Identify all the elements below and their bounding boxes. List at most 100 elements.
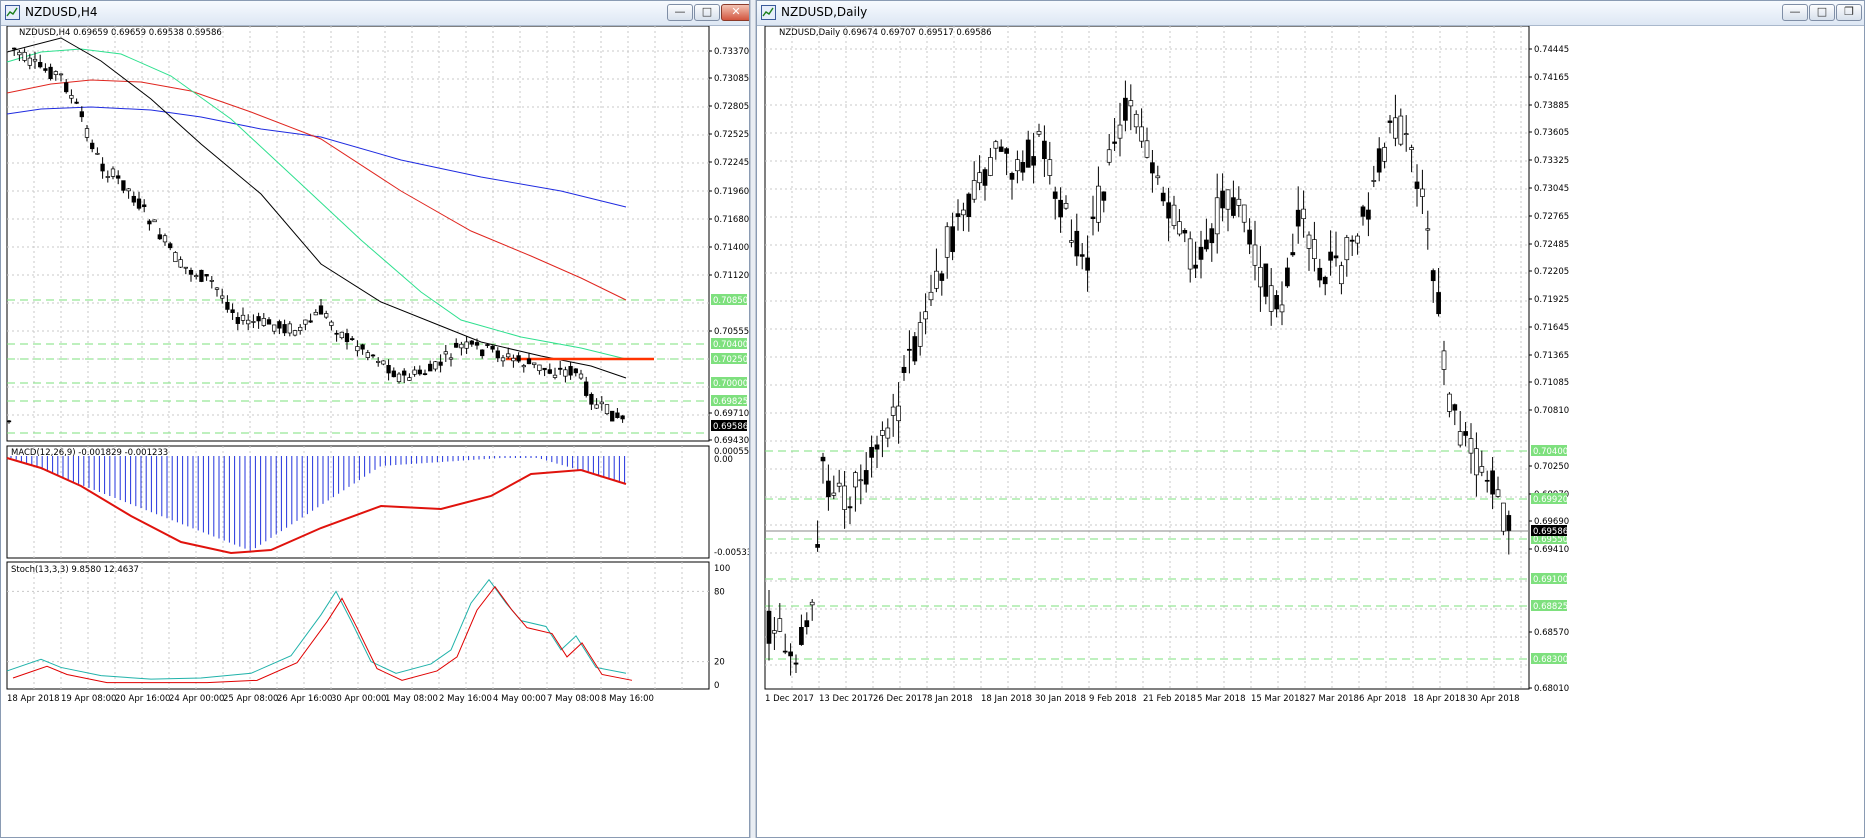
restore-button[interactable]: ❐ bbox=[1836, 4, 1862, 21]
window-titlebar[interactable]: NZDUSD,Daily — □ ❐ bbox=[757, 1, 1864, 26]
candle-body bbox=[173, 252, 178, 263]
candle-body bbox=[1274, 295, 1279, 310]
window-titlebar[interactable]: NZDUSD,H4 — □ ✕ bbox=[1, 1, 749, 26]
candle-body bbox=[558, 367, 563, 370]
candle-body bbox=[1150, 162, 1155, 174]
candle-body bbox=[1220, 190, 1225, 209]
current-price-label: 0.69586 bbox=[1533, 527, 1568, 537]
candle-body bbox=[1317, 267, 1323, 281]
candle-body bbox=[853, 472, 858, 488]
candle-body bbox=[266, 319, 272, 325]
candle-body bbox=[1393, 117, 1398, 139]
candle-body bbox=[1371, 180, 1377, 182]
candle-body bbox=[1247, 229, 1252, 245]
minimize-button[interactable]: — bbox=[667, 4, 693, 21]
candle-body bbox=[1398, 115, 1404, 145]
candle-body bbox=[308, 320, 313, 323]
price-axis-label: 0.73045 bbox=[1534, 184, 1569, 194]
price-axis-label: 0.72205 bbox=[1534, 267, 1569, 277]
candle-body bbox=[313, 311, 318, 316]
candle-body bbox=[1279, 304, 1285, 313]
minimize-button[interactable]: — bbox=[1782, 4, 1808, 21]
candle-body bbox=[944, 226, 950, 258]
candle-body bbox=[1468, 438, 1474, 454]
candle-body bbox=[220, 295, 225, 299]
candle-body bbox=[1376, 148, 1382, 173]
price-axis-label: 0.73325 bbox=[1534, 156, 1569, 166]
daily-chart-area[interactable]: NZDUSD,Daily 0.69674 0.69707 0.69517 0.6… bbox=[757, 26, 1864, 837]
candle-body bbox=[928, 291, 934, 301]
candle-body bbox=[977, 172, 982, 184]
candle-body bbox=[1123, 97, 1128, 121]
candle-body bbox=[863, 470, 869, 485]
candle-body bbox=[890, 406, 896, 416]
candle-body bbox=[1366, 209, 1371, 220]
ma-blue-line bbox=[6, 106, 627, 208]
window-title: NZDUSD,H4 bbox=[25, 5, 98, 19]
close-button[interactable]: ✕ bbox=[721, 4, 749, 21]
candle-body bbox=[1090, 216, 1096, 220]
candle-body bbox=[1139, 126, 1144, 142]
price-axis-label: 0.70555 bbox=[714, 327, 749, 337]
candle-body bbox=[1495, 489, 1501, 497]
candle-body bbox=[355, 346, 360, 352]
time-axis-label: 26 Dec 2017 bbox=[873, 694, 927, 704]
candle-body bbox=[318, 305, 324, 315]
candle-body bbox=[955, 213, 961, 217]
candle-body bbox=[1058, 199, 1063, 218]
candle-body bbox=[131, 195, 136, 203]
candle-body bbox=[1258, 266, 1263, 288]
stoch-axis-label: 100 bbox=[714, 564, 730, 574]
level-label: 0.70250 bbox=[713, 355, 748, 365]
candle-body bbox=[831, 492, 837, 496]
price-axis-label: 0.73370 bbox=[714, 47, 749, 57]
ma-red-line bbox=[6, 79, 627, 301]
candle-body bbox=[568, 366, 573, 376]
h4-chart-area[interactable]: NZDUSD,H4 0.69659 0.69659 0.69538 0.6958… bbox=[1, 26, 749, 837]
candle-body bbox=[183, 266, 188, 269]
candle-body bbox=[1241, 204, 1247, 223]
maximize-button[interactable]: □ bbox=[694, 4, 720, 21]
time-axis-label: 25 Apr 08:00 bbox=[223, 694, 278, 704]
candle-body bbox=[869, 447, 874, 458]
candle-body bbox=[1387, 120, 1393, 123]
candle-body bbox=[214, 287, 220, 290]
candle-body bbox=[1333, 255, 1339, 259]
candle-body bbox=[599, 401, 604, 405]
candle-body bbox=[490, 345, 495, 350]
maximize-button[interactable]: □ bbox=[1809, 4, 1835, 21]
candle-body bbox=[422, 373, 428, 376]
candle-body bbox=[521, 365, 526, 368]
candle-body bbox=[532, 362, 537, 365]
time-axis-label: 13 Dec 2017 bbox=[819, 694, 873, 704]
candle-body bbox=[1231, 197, 1236, 216]
candle-body bbox=[966, 193, 972, 218]
candle-body bbox=[27, 57, 32, 66]
candle-body bbox=[1430, 270, 1436, 282]
candle-body bbox=[360, 344, 365, 350]
candle-body bbox=[407, 377, 412, 381]
candle-body bbox=[563, 369, 568, 377]
candle-body bbox=[428, 363, 433, 372]
price-axis-label: 0.73085 bbox=[714, 74, 749, 84]
price-axis-label: 0.71960 bbox=[714, 187, 749, 197]
candle-body bbox=[48, 66, 53, 79]
candle-body bbox=[610, 410, 615, 422]
candle-body bbox=[162, 235, 168, 243]
chart-window-daily[interactable]: NZDUSD,Daily — □ ❐ NZDUSD,Daily 0.69674 … bbox=[756, 0, 1865, 838]
candle-body bbox=[1382, 147, 1387, 162]
candle-body bbox=[1290, 252, 1296, 256]
candle-body bbox=[334, 332, 339, 335]
candle-body bbox=[1457, 431, 1463, 446]
candle-body bbox=[880, 430, 885, 436]
chart-window-h4[interactable]: NZDUSD,H4 — □ ✕ NZDUSD,H4 0.69659 0.6965… bbox=[0, 0, 750, 838]
candle-body bbox=[988, 157, 993, 176]
candle-body bbox=[480, 349, 485, 357]
candle-body bbox=[1414, 181, 1420, 189]
candle-body bbox=[1004, 148, 1009, 154]
candle-body bbox=[251, 321, 256, 323]
candle-body bbox=[842, 485, 847, 510]
candle-body bbox=[1187, 238, 1193, 270]
candle-body bbox=[1144, 140, 1150, 158]
candle-body bbox=[511, 357, 516, 362]
